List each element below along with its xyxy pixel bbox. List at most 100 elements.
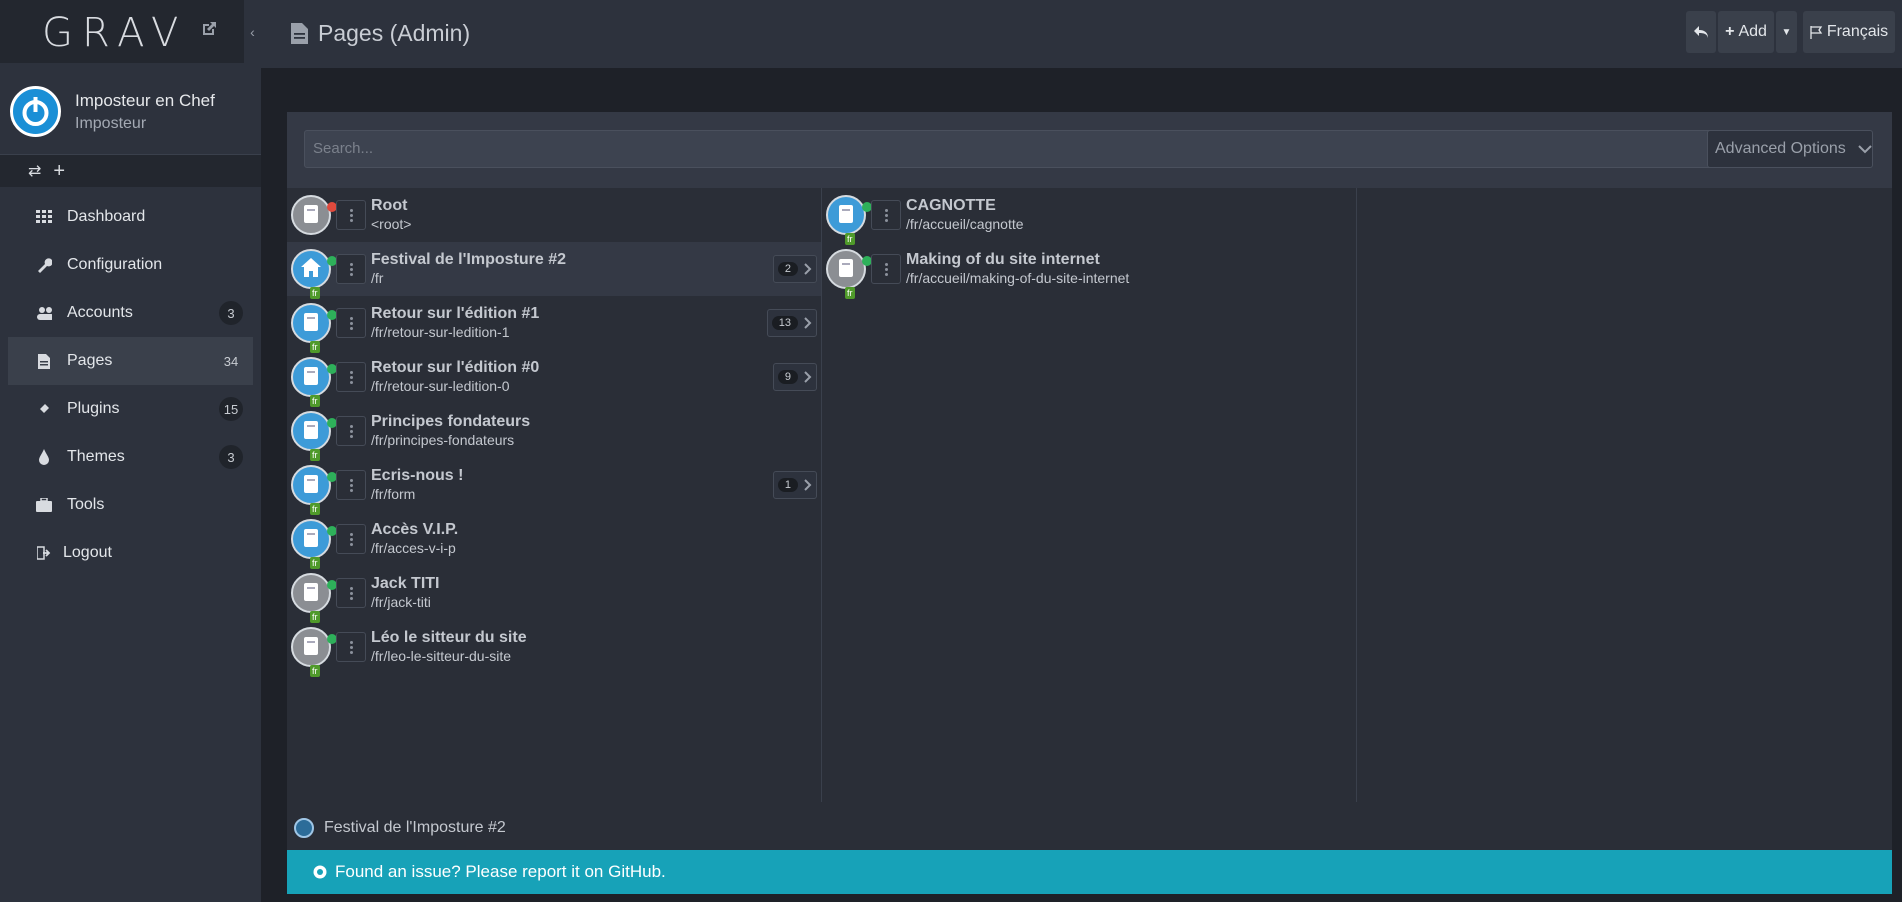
page-url: /fr/jack-titi xyxy=(371,594,431,610)
page-title-link[interactable]: Root xyxy=(371,197,407,215)
chevron-down-icon xyxy=(1858,144,1872,153)
reply-icon xyxy=(1694,26,1708,38)
pages-badge: 34 xyxy=(223,353,239,369)
breadcrumb[interactable]: Festival de l'Imposture #2 xyxy=(294,818,506,838)
sidebar-item-accounts[interactable]: Accounts 3 xyxy=(8,289,253,337)
sidebar-item-plugins[interactable]: Plugins 15 xyxy=(8,385,253,433)
page-url: /fr/principes-fondateurs xyxy=(371,432,515,448)
page-row[interactable]: fr Principes fondateurs/fr/principes-fond… xyxy=(287,404,821,461)
page-actions-button[interactable] xyxy=(336,632,366,662)
plus-icon[interactable]: + xyxy=(53,160,65,183)
page-actions-button[interactable] xyxy=(871,254,901,284)
children-count-button[interactable]: 1 xyxy=(772,471,817,499)
page-url: /fr/acces-v-i-p xyxy=(371,540,456,556)
page-row[interactable]: fr Léo le sitteur du site/fr/leo-le-sitte… xyxy=(287,620,821,677)
document-icon xyxy=(304,367,318,385)
page-row[interactable]: fr Retour sur l'édition #1/fr/retour-sur-… xyxy=(287,296,821,353)
page-title-link[interactable]: Ecris-nous ! xyxy=(371,467,463,485)
sidebar-nav: Dashboard Configuration Accounts 3 Pages 3… xyxy=(0,193,261,577)
page-row[interactable]: fr Making of du site internet/fr/accueil/… xyxy=(822,242,1356,299)
document-icon xyxy=(839,259,853,277)
page-url: <root> xyxy=(371,216,412,232)
sidebar-item-label: Configuration xyxy=(67,256,163,273)
page-actions-button[interactable] xyxy=(336,254,366,284)
page-actions-button[interactable] xyxy=(336,200,366,230)
sidebar-collapse-button[interactable]: ‹ xyxy=(244,0,261,63)
sidebar-item-pages[interactable]: Pages 34 xyxy=(8,337,253,385)
page-column-children: fr CAGNOTTE/fr/accueil/cagnotte fr Making o… xyxy=(822,188,1357,802)
page-title-link[interactable]: Principes fondateurs xyxy=(371,413,530,431)
chevron-right-icon xyxy=(804,263,812,275)
page-title-link[interactable]: Jack TITI xyxy=(371,575,439,593)
advanced-options-select[interactable]: Advanced Options xyxy=(1707,130,1873,168)
footer-bar[interactable]: Found an issue? Please report it on GitH… xyxy=(287,850,1892,894)
page-title-link[interactable]: Festival de l'Imposture #2 xyxy=(371,251,566,269)
home-icon xyxy=(294,818,314,838)
wrench-icon xyxy=(36,257,52,273)
children-count-button[interactable]: 13 xyxy=(766,309,817,337)
sidebar-item-label: Logout xyxy=(63,544,112,561)
page-row[interactable]: fr Accès V.I.P./fr/acces-v-i-p xyxy=(287,512,821,569)
page-title-link[interactable]: Léo le sitteur du site xyxy=(371,629,527,647)
page-icon[interactable]: fr xyxy=(826,249,872,299)
user-panel[interactable]: Imposteur en Chef Imposteur xyxy=(0,63,261,155)
page-icon[interactable]: fr xyxy=(291,303,337,353)
search-input[interactable]: Search... xyxy=(304,130,1754,168)
sidebar-item-tools[interactable]: Tools xyxy=(8,481,253,529)
dashboard-icon xyxy=(36,209,52,225)
add-button[interactable]: + Add xyxy=(1718,11,1774,53)
page-row[interactable]: Root <root> xyxy=(287,188,821,242)
add-dropdown-button[interactable]: ▼ xyxy=(1776,11,1797,53)
document-icon xyxy=(839,205,853,223)
page-actions-button[interactable] xyxy=(336,470,366,500)
sidebar-item-themes[interactable]: Themes 3 xyxy=(8,433,253,481)
themes-badge: 3 xyxy=(219,445,243,469)
page-actions-button[interactable] xyxy=(336,308,366,338)
page-actions-button[interactable] xyxy=(871,200,901,230)
page-icon[interactable]: fr xyxy=(291,573,337,623)
page-actions-button[interactable] xyxy=(336,578,366,608)
page-row[interactable]: fr Jack TITI/fr/jack-titi xyxy=(287,566,821,623)
page-title-link[interactable]: Accès V.I.P. xyxy=(371,521,458,539)
accounts-badge: 3 xyxy=(219,301,243,325)
page-icon[interactable]: fr xyxy=(291,627,337,677)
users-icon xyxy=(36,305,52,321)
page-row[interactable]: fr CAGNOTTE/fr/accueil/cagnotte xyxy=(822,188,1356,245)
refresh-icon[interactable]: ⇄ xyxy=(28,161,41,181)
page-row[interactable]: fr Festival de l'Imposture #2/fr 2 xyxy=(287,242,821,299)
sidebar-item-configuration[interactable]: Configuration xyxy=(8,241,253,289)
logo-bar: GRAV ‹ xyxy=(0,0,261,63)
page-url: /fr xyxy=(371,270,384,286)
page-title-link[interactable]: Retour sur l'édition #0 xyxy=(371,359,539,377)
page-icon[interactable]: fr xyxy=(291,411,337,461)
page-title-link[interactable]: Making of du site internet xyxy=(906,251,1100,269)
language-button[interactable]: Français xyxy=(1803,11,1895,53)
children-count-button[interactable]: 2 xyxy=(772,255,817,283)
page-row[interactable]: fr Retour sur l'édition #0/fr/retour-sur-… xyxy=(287,350,821,407)
external-link-icon[interactable] xyxy=(200,20,218,38)
sidebar-item-logout[interactable]: Logout xyxy=(8,529,253,577)
page-title-link[interactable]: CAGNOTTE xyxy=(906,197,996,215)
flag-icon xyxy=(1810,25,1823,39)
page-icon[interactable]: fr xyxy=(826,195,872,245)
page-url: /fr/accueil/making-of-du-site-internet xyxy=(906,270,1130,286)
page-actions-button[interactable] xyxy=(336,416,366,446)
back-button[interactable] xyxy=(1686,11,1716,53)
page-icon[interactable] xyxy=(291,195,337,235)
avatar[interactable] xyxy=(10,86,61,137)
page-icon[interactable]: fr xyxy=(291,249,337,299)
page-icon[interactable]: fr xyxy=(291,357,337,407)
page-row[interactable]: fr Ecris-nous !/fr/form 1 xyxy=(287,458,821,515)
page-title-link[interactable]: Retour sur l'édition #1 xyxy=(371,305,539,323)
children-count: 9 xyxy=(777,370,798,384)
document-icon xyxy=(304,529,318,547)
page-actions-button[interactable] xyxy=(336,362,366,392)
children-count: 13 xyxy=(771,316,798,330)
page-actions-button[interactable] xyxy=(336,524,366,554)
page-icon[interactable]: fr xyxy=(291,465,337,515)
page-title: Pages (Admin) xyxy=(291,20,470,47)
sidebar-item-dashboard[interactable]: Dashboard xyxy=(8,193,253,241)
page-icon[interactable]: fr xyxy=(291,519,337,569)
grav-logo[interactable]: GRAV xyxy=(42,10,187,56)
children-count-button[interactable]: 9 xyxy=(772,363,817,391)
